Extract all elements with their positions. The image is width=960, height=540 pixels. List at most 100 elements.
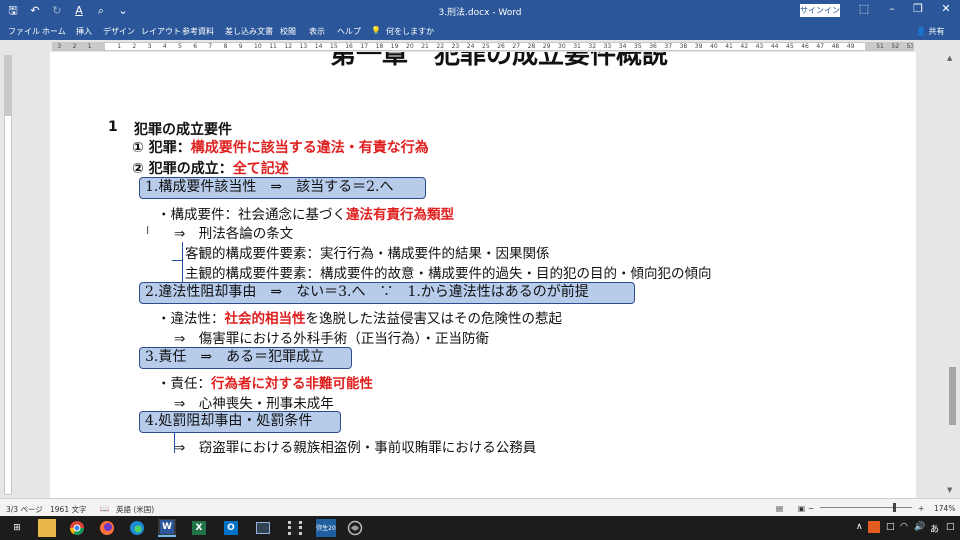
tab-review[interactable]: 校閲	[280, 26, 296, 37]
ruler-number: 2	[132, 43, 137, 50]
ruler-number: 6	[193, 43, 198, 50]
tray-overflow-icon[interactable]: ∧	[856, 522, 863, 532]
windows-start-icon[interactable]: ⊞	[8, 519, 26, 537]
tab-insert[interactable]: 挿入	[76, 26, 92, 37]
vertical-ruler[interactable]	[4, 55, 12, 495]
ruler-number: 16	[345, 43, 353, 50]
ruler-number: 46	[801, 43, 809, 50]
network-icon[interactable]: □	[886, 522, 895, 532]
b3-line1: ・責任：行為者に対する非難可能性	[157, 372, 373, 392]
ruler-number: 25	[482, 43, 490, 50]
ruler-number: 40	[710, 43, 718, 50]
b2-line1-highlight: 社会的相当性	[224, 311, 306, 327]
tab-file[interactable]: ファイル	[8, 26, 40, 37]
ruler-number: 38	[679, 43, 688, 50]
chapter-heading-partial: 第一章 犯罪の成立要件概説	[330, 52, 669, 70]
ruler-number: 49	[846, 43, 855, 50]
word-icon[interactable]: W	[158, 519, 176, 537]
ruler-number: 28	[527, 43, 536, 50]
zoom-out-icon[interactable]: −	[808, 504, 814, 513]
ruler-number: 39	[694, 43, 703, 50]
title-bar: 🖫 ↶ ↻ A ⌕ ⌄ 3.刑法.docx - Word サインイン ⬚ – ❐…	[0, 0, 960, 22]
zoom-slider-thumb[interactable]	[893, 503, 896, 512]
item-1-highlight: 構成要件に該当する違法・有責な行為	[190, 140, 429, 156]
remote-desktop-icon[interactable]	[254, 519, 272, 537]
word-count[interactable]: 1961 文字	[50, 504, 86, 515]
app-icon[interactable]	[346, 519, 364, 537]
ruler-number: 19	[390, 43, 399, 50]
signin-button[interactable]: サインイン	[800, 4, 840, 17]
excel-icon[interactable]: X	[190, 519, 208, 537]
ruler-number: 1	[87, 43, 92, 50]
language-indicator[interactable]: 英語 (米国)	[116, 504, 154, 515]
zoom-level[interactable]: 174%	[934, 504, 955, 513]
b1-line1-highlight: 違法有責行為類型	[346, 207, 454, 223]
ruler-number: 51	[876, 43, 884, 50]
restore-icon[interactable]: ❐	[906, 2, 930, 15]
scroll-down-icon[interactable]: ▼	[947, 486, 952, 494]
ime-indicator[interactable]: あ	[930, 522, 939, 535]
ruler-number: 52	[891, 43, 900, 50]
scrollbar-thumb[interactable]	[949, 367, 956, 425]
ribbon-display-icon[interactable]: ⬚	[852, 2, 876, 15]
notification-app-icon[interactable]	[868, 521, 880, 533]
notification-center-icon[interactable]: □	[946, 522, 955, 532]
vertical-scrollbar[interactable]: ▲ ▼	[944, 52, 960, 498]
share-label: 共有	[928, 27, 945, 36]
firefox-icon[interactable]	[98, 519, 116, 537]
ribbon-tabs: ファイル ホーム 挿入 デザイン レイアウト 参考資料 差し込み文書 校閲 表示…	[0, 22, 960, 40]
ruler-number: 32	[588, 43, 597, 50]
scroll-up-icon[interactable]: ▲	[947, 54, 952, 62]
tab-references[interactable]: 参考資料	[182, 26, 214, 37]
ruler-number: 11	[269, 43, 277, 50]
ruler-number: 18	[375, 43, 384, 50]
b2-line1-suffix: を逸脱した法益侵害又はその危険性の惹起	[305, 311, 563, 327]
ruler-number: 21	[421, 43, 429, 50]
file-explorer-icon[interactable]	[38, 519, 56, 537]
print-layout-icon[interactable]: ▣	[798, 504, 805, 513]
tab-home[interactable]: ホーム	[42, 26, 66, 37]
ruler-number: 31	[573, 43, 581, 50]
ruler-number: 3	[147, 43, 152, 50]
video-icon[interactable]	[286, 519, 304, 537]
item-2-highlight: 全て記述	[232, 161, 289, 177]
ruler-number: 8	[223, 43, 228, 50]
chrome-icon[interactable]	[68, 519, 86, 537]
minimize-icon[interactable]: –	[880, 2, 904, 15]
document-page[interactable]: 第一章 犯罪の成立要件概説 1 犯罪の成立要件 ① 犯罪：構成要件に該当する違法…	[50, 52, 916, 498]
horizontal-ruler[interactable]: 3 2 1 1 2 3 4 5 6 7 8 9 10 11 12 13 14 15 16 17 18 19 20 21 22 23…	[52, 42, 914, 51]
tab-layout[interactable]: レイアウト	[141, 26, 181, 37]
text-cursor-icon: I	[146, 224, 150, 237]
ruler-number: 23	[451, 43, 460, 50]
volume-icon[interactable]: 🔊	[914, 522, 925, 532]
b2-line1-prefix: ・違法性：	[157, 311, 225, 327]
read-mode-icon[interactable]: ▤	[776, 504, 783, 513]
share-button[interactable]: 👤 共有	[916, 26, 945, 37]
tab-view[interactable]: 表示	[309, 26, 325, 37]
edge-icon[interactable]	[128, 519, 146, 537]
ruler-number: 42	[740, 43, 749, 50]
ruler-number: 10	[254, 43, 262, 50]
b4-line1: ⇒ 窃盗罪における親族相盗例・事前収賄罪における公務員	[174, 440, 537, 456]
outlook-icon[interactable]: O	[222, 519, 240, 537]
tab-design[interactable]: デザイン	[103, 26, 135, 37]
step-box-2: 2.違法性阻却事由 ⇒ ない＝3.へ ∵ 1.から違法性はあるのが前提	[139, 282, 635, 304]
close-icon[interactable]: ✕	[934, 2, 958, 15]
tab-help[interactable]: ヘルプ	[337, 26, 361, 37]
section-number: 1	[108, 119, 118, 135]
page-count[interactable]: 3/3 ページ	[6, 504, 43, 515]
b3-line1-prefix: ・責任：	[157, 376, 211, 392]
ruler-number: 44	[770, 43, 779, 50]
ruler-number: 14	[314, 43, 323, 50]
ruler-row: 3 2 1 1 2 3 4 5 6 7 8 9 10 11 12 13 14 15 16 17 18 19 20 21 22 23…	[0, 40, 960, 52]
zoom-in-icon[interactable]: +	[918, 504, 924, 513]
wifi-icon[interactable]: ◠	[900, 522, 908, 532]
tell-me-search[interactable]: 何をしますか	[386, 26, 434, 37]
tab-mailings[interactable]: 差し込み文書	[225, 26, 273, 37]
proofing-icon[interactable]: 📖	[100, 504, 109, 513]
status-bar: 3/3 ページ 1961 文字 📖 英語 (米国) ▤ ▣ − + 174%	[0, 498, 960, 516]
yayoi-icon[interactable]: 弥生20	[316, 519, 336, 537]
zoom-slider[interactable]	[820, 507, 912, 508]
ruler-number: 36	[649, 43, 657, 50]
ruler-number: 3	[57, 43, 62, 50]
